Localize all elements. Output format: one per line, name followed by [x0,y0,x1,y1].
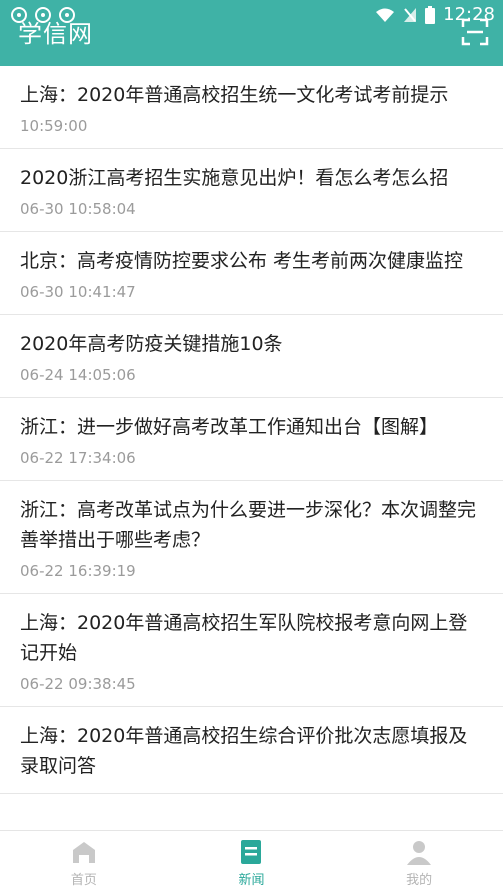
news-time: 06-22 16:39:19 [20,562,136,580]
nav-mine[interactable]: 我的 [364,831,474,894]
news-title: 2020浙江高考招生实施意见出炉！看怎么考怎么招 [20,167,449,189]
nav-news[interactable]: 新闻 [196,831,306,894]
news-time: 06-22 17:34:06 [20,449,136,467]
news-item[interactable]: 2020年高考防疫关键措施10条 06-24 14:05:06 [0,315,503,398]
app-header: 12:28 学信网 [0,0,503,66]
news-time: 10:59:00 [20,117,88,135]
nav-home-label: 首页 [70,873,97,888]
signal-off-icon [404,7,417,22]
bottom-navigation: 首页 新闻 我的 [0,830,503,894]
news-icon [241,840,262,864]
nav-mine-label: 我的 [406,873,433,888]
user-icon [407,841,432,865]
scan-icon[interactable] [461,18,489,46]
news-time: 06-30 10:58:04 [20,200,136,218]
news-time: 06-22 09:38:45 [20,675,136,693]
home-icon [72,842,95,863]
news-item[interactable]: 2020浙江高考招生实施意见出炉！看怎么考怎么招 06-30 10:58:04 [0,149,503,232]
news-title: 北京：高考疫情防控要求公布 考生考前两次健康监控 [20,250,464,272]
news-title: 浙江：高考改革试点为什么要进一步深化？本次调整完善举措出于哪些考虑？ [20,499,477,551]
news-item[interactable]: 浙江：进一步做好高考改革工作通知出台【图解】 06-22 17:34:06 [0,398,503,481]
news-time: 06-24 14:05:06 [20,366,136,384]
battery-icon [425,5,436,24]
wifi-icon [376,8,395,22]
news-list: 上海：2020年普通高校招生统一文化考试考前提示 10:59:00 2020浙江… [0,66,503,830]
app-title: 学信网 [18,20,93,48]
news-item[interactable]: 上海：2020年普通高校招生统一文化考试考前提示 10:59:00 [0,66,503,149]
news-title: 上海：2020年普通高校招生综合评价批次志愿填报及录取问答 [20,725,468,777]
news-time: 06-30 10:41:47 [20,283,136,301]
news-title: 上海：2020年普通高校招生军队院校报考意向网上登记开始 [20,612,468,664]
news-title: 上海：2020年普通高校招生统一文化考试考前提示 [20,84,449,106]
nav-news-label: 新闻 [238,873,265,888]
news-title: 浙江：进一步做好高考改革工作通知出台【图解】 [20,416,439,438]
news-title: 2020年高考防疫关键措施10条 [20,333,283,355]
news-item[interactable]: 上海：2020年普通高校招生综合评价批次志愿填报及录取问答 [0,707,503,794]
nav-home[interactable]: 首页 [29,831,139,894]
news-item[interactable]: 浙江：高考改革试点为什么要进一步深化？本次调整完善举措出于哪些考虑？ 06-22… [0,481,503,594]
news-item[interactable]: 上海：2020年普通高校招生军队院校报考意向网上登记开始 06-22 09:38… [0,594,503,707]
news-item[interactable]: 北京：高考疫情防控要求公布 考生考前两次健康监控 06-30 10:41:47 [0,232,503,315]
